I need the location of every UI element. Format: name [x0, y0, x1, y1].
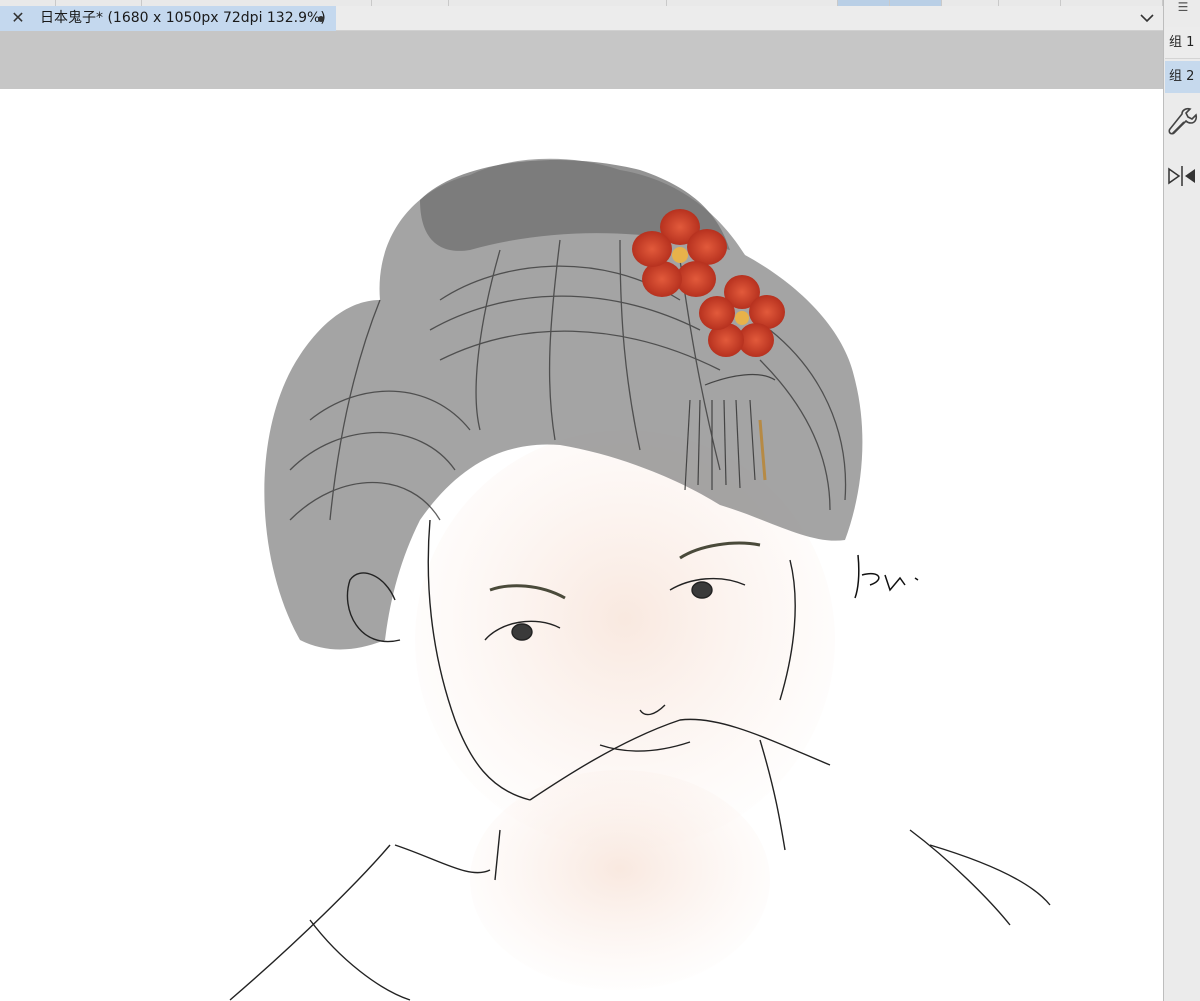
close-tab-button[interactable]: ✕ [8, 8, 28, 28]
panel-menu-button[interactable]: ☰ [1165, 0, 1200, 22]
group-tab-2[interactable]: 组 2 [1165, 61, 1200, 93]
docker-side-panel: ☰ 组 1 组 2 [1163, 0, 1200, 1001]
artist-signature [854, 554, 919, 599]
wrench-icon [1168, 107, 1198, 135]
flip-tool-button[interactable] [1165, 160, 1200, 192]
wrench-tool-button[interactable] [1165, 104, 1200, 140]
drawing-canvas[interactable] [0, 89, 1163, 1001]
chevron-down-icon[interactable] [1139, 10, 1155, 26]
flip-horizontal-icon [1168, 166, 1195, 186]
document-tab-bar: ✕ 日本鬼子* (1680 x 1050px 72dpi 132.9%) [0, 6, 1163, 31]
neck-wash [470, 770, 770, 990]
artwork [229, 158, 1051, 1001]
group-tab-1[interactable]: 组 1 [1165, 27, 1200, 59]
canvas-toolbar-area [0, 31, 1163, 89]
document-tab[interactable]: ✕ 日本鬼子* (1680 x 1050px 72dpi 132.9%) [0, 6, 336, 31]
document-tab-title: 日本鬼子* (1680 x 1050px 72dpi 132.9%) [40, 10, 326, 26]
unsaved-indicator-icon [318, 16, 324, 22]
